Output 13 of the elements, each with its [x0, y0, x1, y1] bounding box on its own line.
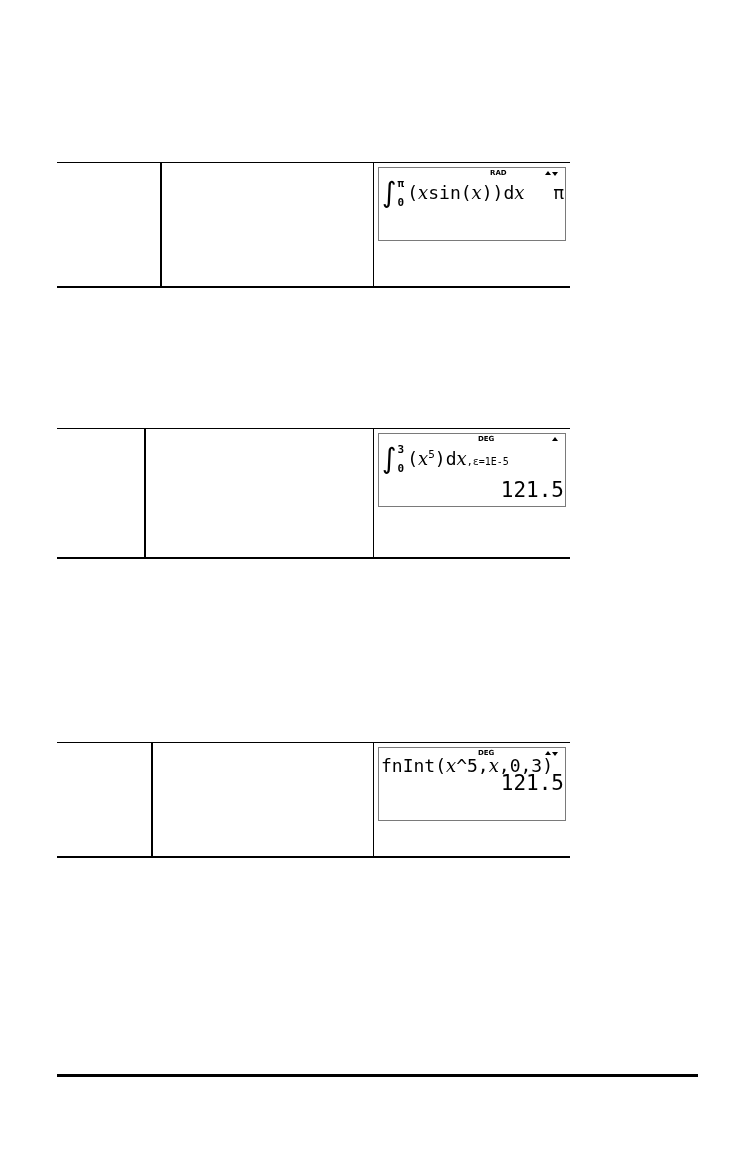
integrand: (x$^{5}$)dx [407, 449, 467, 469]
lower-limit: 0 [397, 197, 405, 208]
result-value: 121.5 [500, 480, 564, 500]
result-value: 121.5 [500, 774, 564, 792]
upper-limit: 3 [397, 444, 405, 455]
tolerance-text: ,ε=1E-5 [466, 456, 509, 468]
integral-sign: ∫ [382, 443, 397, 475]
result-value: π [553, 183, 564, 203]
expression-text: fnInt(x^5,x,0,3) [381, 757, 554, 774]
upper-limit: π [397, 178, 405, 189]
integrand: (xsin(x))dx [407, 183, 525, 203]
integral-sign: ∫ [382, 177, 397, 209]
lower-limit: 0 [397, 463, 405, 474]
